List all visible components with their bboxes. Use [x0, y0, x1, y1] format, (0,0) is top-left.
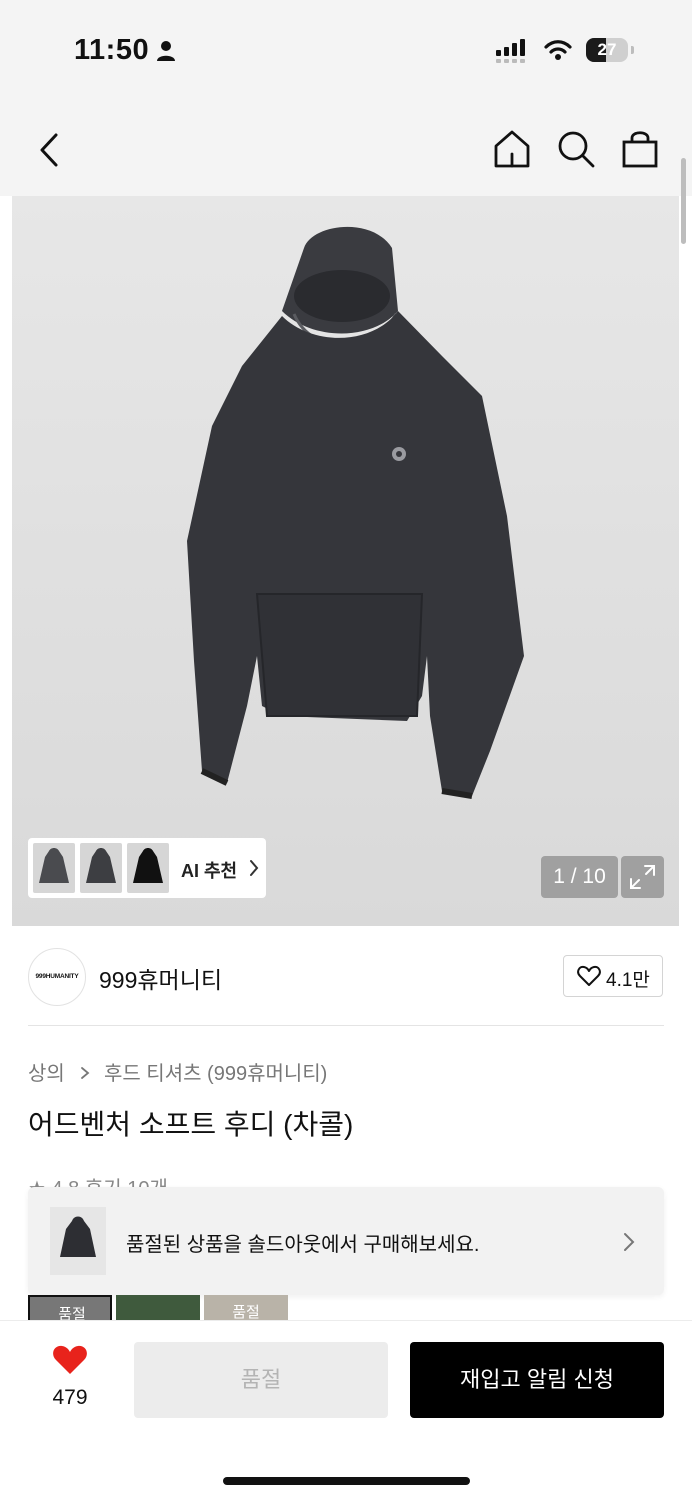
wishlist-count: 479: [52, 1386, 88, 1409]
wifi-icon: [544, 40, 572, 60]
promo-thumbnail: [50, 1207, 106, 1275]
chevron-right-icon: [250, 860, 259, 876]
soldout-promo-banner[interactable]: 품절된 상품을 솔드아웃에서 구매해보세요.: [28, 1187, 664, 1295]
shopping-bag-icon[interactable]: [620, 128, 660, 170]
cellular-signal-icon: [496, 39, 525, 63]
breadcrumb-item-category[interactable]: 후드 티셔츠 (999휴머니티): [104, 1063, 327, 1085]
ai-recommend-button[interactable]: AI 추천: [28, 838, 266, 898]
color-option[interactable]: [116, 1295, 200, 1321]
breadcrumb-item-top[interactable]: 상의: [28, 1063, 65, 1085]
home-indicator: [223, 1477, 470, 1485]
battery-percent: 27: [597, 40, 617, 59]
battery-nub: [631, 46, 634, 54]
brand-like-button[interactable]: 4.1만: [563, 955, 663, 997]
color-options: 품절 품절: [28, 1295, 298, 1321]
battery-indicator: 27: [586, 38, 628, 62]
brand-logo[interactable]: 999HUMANITY: [28, 948, 86, 1006]
chevron-right-icon: [81, 1067, 90, 1079]
chevron-left-icon[interactable]: [36, 130, 64, 170]
home-icon[interactable]: [492, 128, 532, 170]
heart-icon[interactable]: [52, 1344, 88, 1376]
color-option[interactable]: 품절: [28, 1295, 112, 1321]
ai-thumb-1: [33, 843, 75, 893]
product-title: 어드벤처 소프트 후디 (차콜): [28, 1109, 354, 1140]
ai-thumb-3: [127, 843, 169, 893]
chevron-right-icon: [624, 1233, 635, 1251]
divider: [28, 1025, 664, 1026]
search-icon[interactable]: [556, 128, 596, 170]
product-image: [187, 226, 524, 799]
color-option[interactable]: 품절: [204, 1295, 288, 1321]
ai-recommend-label: AI 추천: [181, 861, 238, 881]
expand-icon: [630, 865, 655, 889]
promo-text: 품절된 상품을 솔드아웃에서 구매해보세요.: [126, 1234, 480, 1256]
brand-name[interactable]: 999휴머니티: [99, 961, 222, 995]
soldout-button: 품절: [134, 1342, 388, 1418]
restock-alert-button[interactable]: 재입고 알림 신청: [410, 1342, 664, 1418]
heart-outline-icon: [577, 965, 601, 986]
product-image-gallery[interactable]: [12, 196, 679, 926]
brand-like-count: 4.1만: [606, 970, 650, 991]
image-counter: 1 / 10: [541, 856, 618, 898]
ai-thumb-2: [80, 843, 122, 893]
person-icon: [157, 41, 175, 61]
color-option-label: 품절: [232, 1304, 260, 1321]
status-time: 11:50: [74, 34, 150, 66]
breadcrumb: 상의 후드 티셔츠 (999휴머니티): [28, 1057, 329, 1086]
page-scrollbar[interactable]: [681, 158, 686, 244]
color-option-label: 품절: [58, 1306, 86, 1321]
expand-button[interactable]: [621, 856, 664, 898]
